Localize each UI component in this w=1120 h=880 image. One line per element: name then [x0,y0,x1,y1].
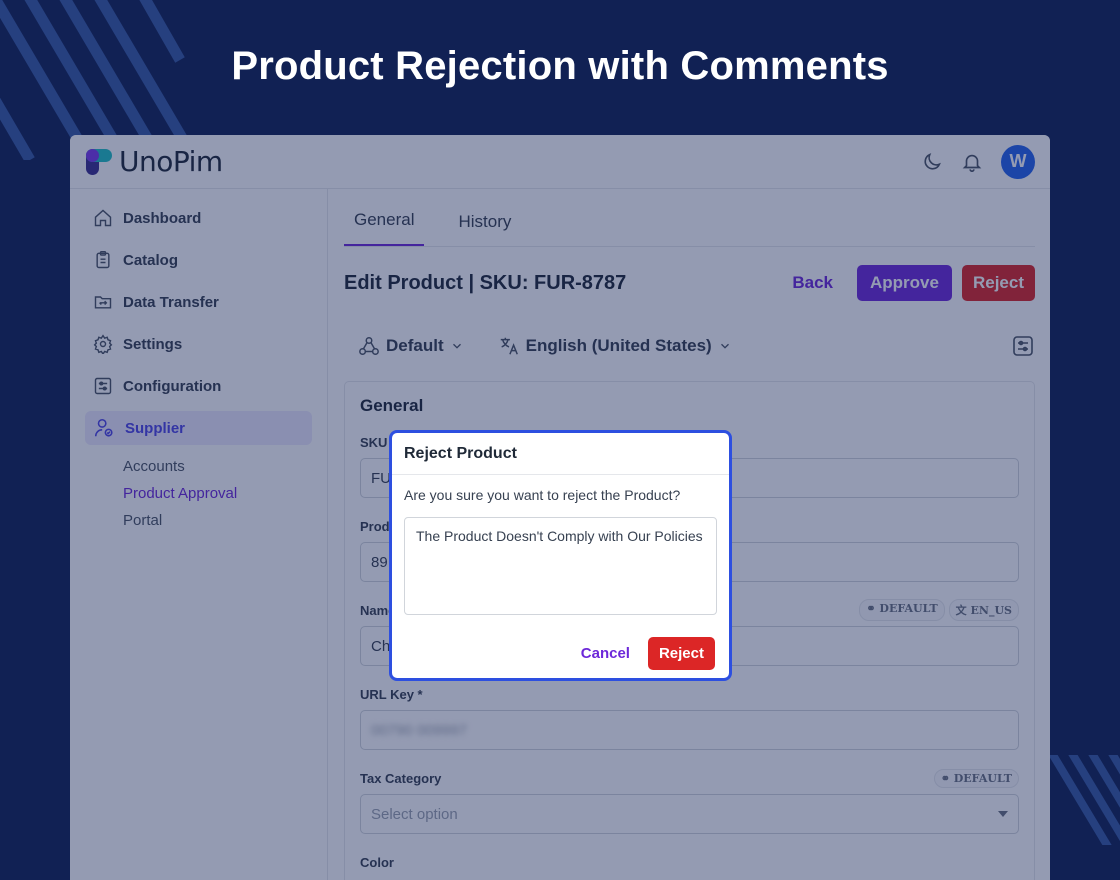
modal-question: Are you sure you want to reject the Prod… [404,487,681,503]
hero-title: Product Rejection with Comments [231,44,889,88]
confirm-reject-button[interactable]: Reject [647,637,715,670]
reject-product-modal: Reject Product Are you sure you want to … [389,430,732,681]
rejection-comment-textarea[interactable]: The Product Doesn't Comply with Our Poli… [404,517,717,615]
decorative-stripes-bottom-right [1040,755,1120,845]
cancel-button[interactable]: Cancel [581,645,630,662]
modal-title: Reject Product [392,433,729,475]
